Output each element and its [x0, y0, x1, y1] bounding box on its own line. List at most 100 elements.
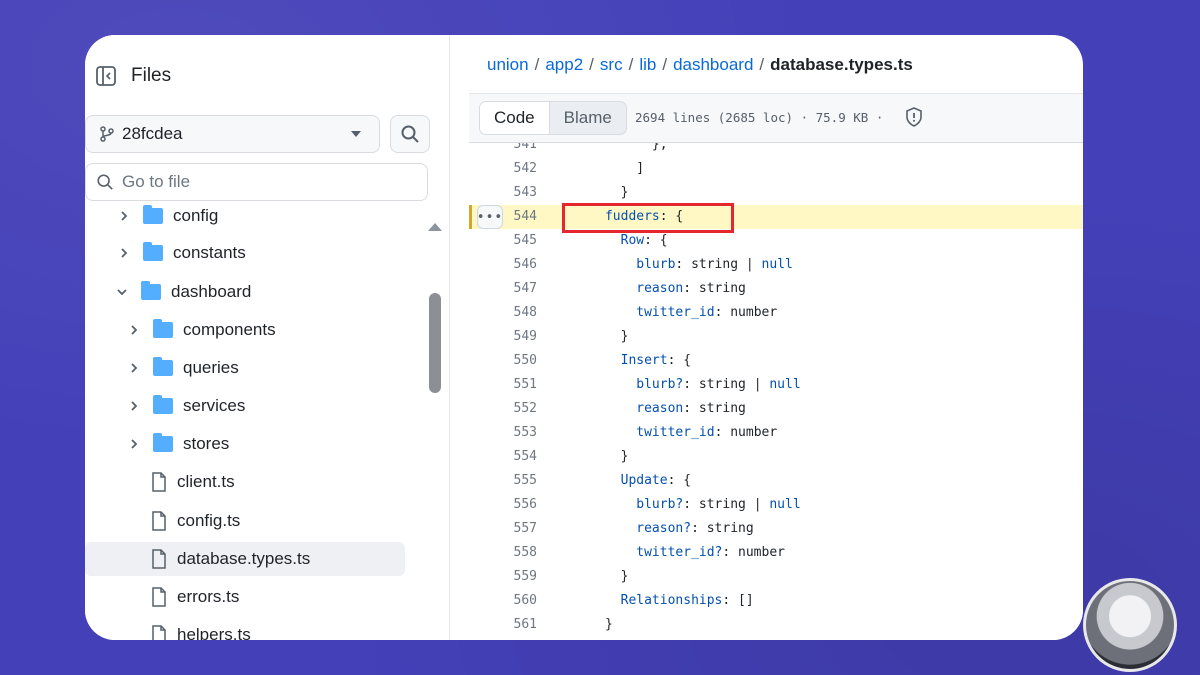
breadcrumb-link[interactable]: union: [487, 55, 529, 74]
line-number[interactable]: 556: [514, 497, 537, 512]
code-line: 545 Row: {: [469, 229, 1083, 253]
breadcrumb-current-file: database.types.ts: [770, 55, 913, 74]
tree-item-helpers-ts[interactable]: helpers.ts: [85, 618, 405, 640]
tree-item-label: components: [183, 320, 276, 339]
file-icon: [152, 472, 166, 492]
tree-item-errors-ts[interactable]: errors.ts: [85, 580, 405, 614]
code-line: 552 reason: string: [469, 397, 1083, 421]
tree-item-queries[interactable]: queries: [85, 351, 405, 385]
tree-item-services[interactable]: services: [85, 389, 405, 423]
tree-item-stores[interactable]: stores: [85, 427, 405, 461]
line-number[interactable]: 558: [514, 545, 537, 560]
tree-item-label: stores: [183, 434, 230, 453]
folder-open-icon: [141, 281, 161, 300]
chevron-right-icon[interactable]: [127, 437, 141, 451]
code-text: blurb?: string | null: [636, 377, 801, 392]
code-line: 558 twitter_id?: number: [469, 541, 1083, 565]
tree-item-label: errors.ts: [177, 587, 240, 606]
file-meta: 2694 lines (2685 loc) · 75.9 KB ·: [635, 110, 884, 125]
tree-item-label: queries: [183, 358, 239, 377]
line-number[interactable]: 551: [514, 377, 537, 392]
files-header: Files: [95, 65, 171, 87]
chevron-down-icon[interactable]: [115, 285, 129, 299]
line-number[interactable]: 543: [514, 185, 537, 200]
tree-item-database-types-ts[interactable]: database.types.ts: [85, 542, 405, 576]
code-line: 554 }: [469, 445, 1083, 469]
presenter-avatar: [1083, 578, 1177, 672]
file-icon: [152, 549, 166, 569]
line-number[interactable]: 555: [514, 473, 537, 488]
chevron-right-icon[interactable]: [117, 209, 131, 223]
file-icon: [152, 587, 166, 607]
line-number[interactable]: 552: [514, 401, 537, 416]
code-line: 547 reason: string: [469, 277, 1083, 301]
line-number[interactable]: 557: [514, 521, 537, 536]
tree-item-client-ts[interactable]: client.ts: [85, 465, 405, 499]
highlight-marker: [469, 205, 472, 229]
code-text: twitter_id: number: [636, 305, 778, 320]
tree-item-label: services: [183, 396, 246, 415]
line-number[interactable]: 554: [514, 449, 537, 464]
caret-down-icon: [351, 131, 361, 137]
line-number[interactable]: 550: [514, 353, 537, 368]
line-number[interactable]: 548: [514, 305, 537, 320]
line-number[interactable]: 545: [514, 233, 537, 248]
chevron-right-icon[interactable]: [127, 361, 141, 375]
code-line: 559 }: [469, 565, 1083, 589]
line-number[interactable]: 547: [514, 281, 537, 296]
tab-blame[interactable]: Blame: [550, 102, 626, 134]
sidebar-scrollbar-thumb[interactable]: [429, 293, 441, 393]
breadcrumb-link[interactable]: dashboard: [673, 55, 753, 74]
tree-item-constants[interactable]: constants: [85, 236, 405, 270]
breadcrumb-link[interactable]: lib: [639, 55, 656, 74]
tree-item-config-ts[interactable]: config.ts: [85, 504, 405, 538]
code-text: Insert: {: [620, 353, 692, 368]
code-text: }: [558, 569, 629, 584]
line-number[interactable]: 546: [514, 257, 537, 272]
line-number[interactable]: 541: [514, 143, 537, 152]
line-options-button[interactable]: •••: [477, 205, 503, 229]
breadcrumb-link[interactable]: app2: [545, 55, 583, 74]
scroll-up-arrow[interactable]: [428, 223, 442, 231]
files-title: Files: [131, 65, 172, 86]
chevron-right-icon[interactable]: [127, 323, 141, 337]
tree-item-dashboard[interactable]: dashboard: [85, 275, 405, 309]
line-number[interactable]: 544: [514, 209, 537, 224]
code-text: }: [558, 617, 613, 632]
code-line: 553 twitter_id: number: [469, 421, 1083, 445]
line-number[interactable]: 561: [514, 617, 537, 632]
code-line: 561 }: [469, 613, 1083, 637]
chevron-right-icon[interactable]: [117, 246, 131, 260]
tree-item-label: client.ts: [177, 472, 235, 491]
git-branch-icon: [100, 126, 114, 142]
collapse-sidebar-icon[interactable]: [95, 65, 117, 87]
go-to-file-input[interactable]: Go to file: [85, 163, 428, 201]
code-text: }: [558, 329, 629, 344]
line-number[interactable]: 559: [514, 569, 537, 584]
breadcrumb-link[interactable]: src: [600, 55, 623, 74]
tab-code[interactable]: Code: [480, 102, 550, 134]
file-icon: [152, 511, 166, 531]
code-line: 548 twitter_id: number: [469, 301, 1083, 325]
code-text: Relationships: []: [620, 593, 754, 608]
search-icon: [97, 174, 113, 190]
line-number[interactable]: 553: [514, 425, 537, 440]
file-tree: config constants dashboard components qu…: [85, 205, 425, 640]
code-line: 546 blurb: string | null: [469, 253, 1083, 277]
line-number[interactable]: 542: [514, 161, 537, 176]
line-number[interactable]: 549: [514, 329, 537, 344]
tree-item-components[interactable]: components: [85, 313, 405, 347]
line-number[interactable]: 560: [514, 593, 537, 608]
code-line: 560 Relationships: []: [469, 589, 1083, 613]
code-line: 557 reason?: string: [469, 517, 1083, 541]
tree-item-config[interactable]: config: [85, 205, 405, 233]
folder-icon: [153, 433, 173, 452]
chevron-right-icon[interactable]: [127, 399, 141, 413]
tree-item-label: constants: [173, 243, 246, 262]
go-to-file-placeholder: Go to file: [122, 172, 191, 191]
search-button[interactable]: [390, 115, 430, 153]
code-text: reason?: string: [636, 521, 754, 536]
branch-selector[interactable]: 28fcdea: [85, 115, 380, 153]
shield-icon[interactable]: [905, 107, 923, 127]
branch-label: 28fcdea: [122, 124, 183, 143]
